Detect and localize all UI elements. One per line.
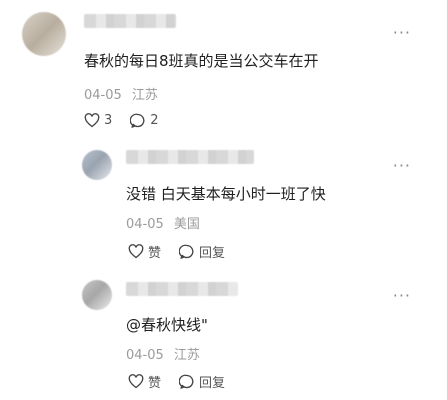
like-button[interactable]: 3: [84, 113, 112, 128]
comment-icon: [130, 113, 145, 128]
avatar[interactable]: [82, 280, 112, 310]
username-blurred[interactable]: [126, 282, 238, 296]
comment-icon: [179, 244, 194, 259]
like-button[interactable]: 赞: [128, 372, 161, 391]
heart-icon: [128, 244, 144, 259]
more-options-icon[interactable]: ···: [393, 158, 411, 174]
comment-date: 04-05: [84, 88, 122, 103]
comment-location: 江苏: [131, 88, 158, 103]
reply-button[interactable]: 回复: [179, 242, 225, 261]
comment-text: 春秋的每日8班真的是当公交车在开: [84, 52, 319, 70]
reply-count: 2: [150, 113, 159, 128]
username-blurred[interactable]: [84, 14, 176, 28]
comment-location: 江苏: [173, 348, 200, 363]
like-label: 赞: [148, 246, 162, 261]
heart-icon: [128, 374, 144, 389]
avatar[interactable]: [82, 150, 112, 180]
comment-actions: 赞 回复: [128, 372, 243, 391]
like-count: 3: [104, 113, 113, 128]
like-button[interactable]: 赞: [128, 242, 161, 261]
reply-label: 回复: [199, 376, 226, 391]
comment-date: 04-05: [126, 348, 164, 363]
heart-icon: [84, 113, 100, 128]
reply-button[interactable]: 2: [130, 113, 159, 128]
avatar[interactable]: [22, 12, 66, 56]
more-options-icon[interactable]: ···: [393, 288, 411, 304]
username-blurred[interactable]: [126, 150, 254, 164]
comment-actions: 3 2: [84, 113, 177, 128]
comment-actions: 赞 回复: [128, 242, 243, 261]
comment-meta: 04-05 江苏: [84, 84, 158, 103]
reply-label: 回复: [199, 246, 226, 261]
comment-date: 04-05: [126, 217, 164, 232]
comment-meta: 04-05 江苏: [126, 344, 200, 363]
comment-text: 没错 白天基本每小时一班了快: [126, 185, 326, 203]
comment-text: @春秋快线": [126, 316, 208, 334]
comment-meta: 04-05 美国: [126, 213, 200, 232]
like-label: 赞: [148, 376, 162, 391]
comment-location: 美国: [173, 217, 200, 232]
more-options-icon[interactable]: ···: [393, 25, 411, 41]
reply-button[interactable]: 回复: [179, 372, 225, 391]
comment-icon: [179, 374, 194, 389]
